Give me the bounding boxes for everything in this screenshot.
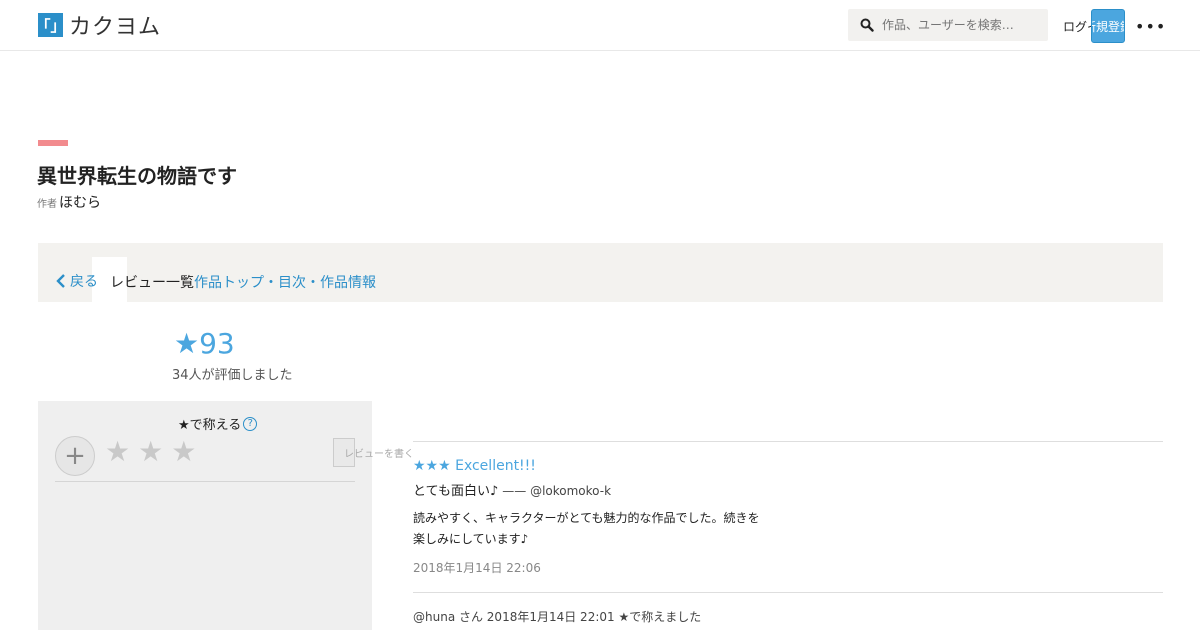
review-divider bbox=[413, 441, 1163, 442]
review-title: とても面白い♪ —— @lokomoko-k bbox=[413, 480, 611, 499]
search-icon bbox=[860, 18, 874, 32]
tab-row: レビュー一覧作品トップ・目次・作品情報 bbox=[110, 272, 376, 292]
review-body: 読みやすく、キャラクターがとても魅力的な作品でした。続きを 楽しみにしています♪ bbox=[413, 508, 760, 550]
write-review-button[interactable]: レビューを書く bbox=[333, 438, 414, 467]
rate-panel: ★で称える ? + ★★★ レビューを書く bbox=[38, 401, 414, 630]
more-icon[interactable]: ••• bbox=[1135, 17, 1166, 36]
tab-links[interactable]: 作品トップ・目次・作品情報 bbox=[194, 275, 376, 291]
rate-panel-title: ★で称える ? bbox=[178, 414, 258, 433]
panel-divider bbox=[55, 481, 355, 482]
back-label: 戻る bbox=[70, 274, 98, 290]
author-name-link[interactable]: ほむら bbox=[59, 195, 101, 211]
genre-color-bar bbox=[38, 140, 68, 146]
rater-count: 34人が評価しました bbox=[172, 368, 293, 383]
search-input[interactable] bbox=[882, 18, 1042, 32]
total-star-score: ★93 bbox=[174, 327, 235, 360]
review-title-text[interactable]: とても面白い♪ bbox=[413, 484, 498, 499]
review-body-line: 楽しみにしています♪ bbox=[413, 532, 529, 546]
back-link[interactable]: 戻る bbox=[56, 271, 98, 291]
logo-text: カクヨム bbox=[69, 15, 162, 40]
rate-panel-title-text: ★で称える bbox=[178, 418, 242, 433]
work-title[interactable]: 異世界転生の物語です bbox=[37, 160, 237, 189]
site-header: 「」 カクヨム ログイン 新規登録 ••• bbox=[0, 0, 1200, 51]
chevron-left-icon bbox=[56, 274, 65, 288]
site-logo[interactable]: 「」 カクヨム bbox=[36, 13, 161, 40]
star-activity-item: @huna さん 2018年1月14日 22:01 ★で称えました bbox=[413, 610, 702, 624]
review-divider bbox=[413, 592, 1163, 593]
tab-current[interactable]: レビュー一覧 bbox=[110, 275, 194, 291]
review-author[interactable]: —— @lokomoko-k bbox=[502, 484, 611, 498]
review-body-line: 読みやすく、キャラクターがとても魅力的な作品でした。続きを bbox=[413, 511, 760, 525]
search-box[interactable] bbox=[848, 9, 1048, 41]
review-date[interactable]: 2018年1月14日 22:06 bbox=[413, 559, 541, 576]
add-star-button[interactable]: + bbox=[55, 436, 95, 476]
work-author: 作者 ほむら bbox=[37, 192, 101, 212]
review-stars[interactable]: ★★★ Excellent!!! bbox=[413, 458, 536, 474]
register-button[interactable]: 新規登録 bbox=[1091, 9, 1125, 43]
help-icon[interactable]: ? bbox=[243, 416, 258, 431]
logo-mark-icon: 「」 bbox=[36, 13, 66, 37]
author-prefix: 作者 bbox=[37, 199, 57, 210]
star-rating-selector[interactable]: ★★★ bbox=[105, 435, 204, 468]
